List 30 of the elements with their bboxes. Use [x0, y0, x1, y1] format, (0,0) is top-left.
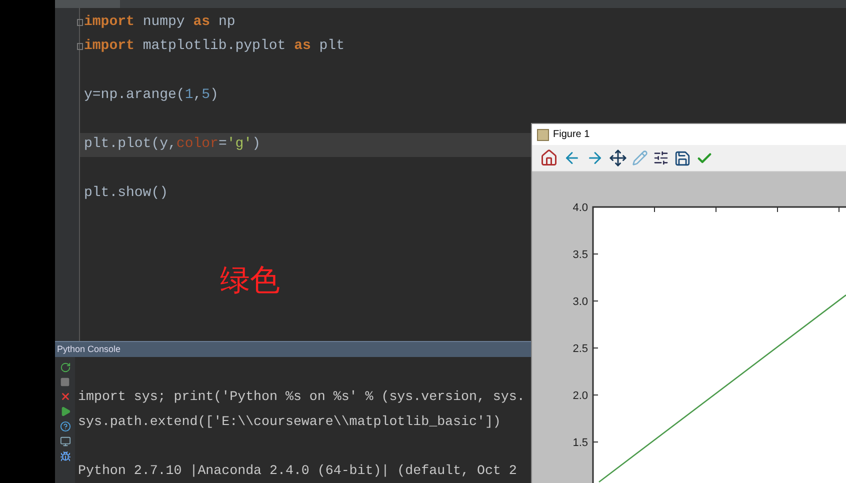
y-tick-label: 2.5 — [572, 343, 588, 355]
close-icon[interactable] — [60, 390, 70, 402]
fold-marker-icon[interactable] — [77, 43, 83, 50]
rerun-icon[interactable] — [60, 362, 70, 372]
y-tick-label: 2.0 — [572, 390, 588, 402]
monitor-icon[interactable] — [60, 436, 70, 446]
code-line: y=np.arange(1,5) — [83, 86, 220, 106]
configure-icon[interactable] — [653, 150, 669, 166]
code-line: import numpy as np — [83, 12, 236, 32]
code-line: import matplotlib.pyplot as plt — [83, 37, 346, 56]
back-icon[interactable] — [563, 149, 581, 167]
home-icon[interactable] — [540, 149, 558, 167]
stop-icon[interactable] — [60, 376, 70, 386]
debug-icon[interactable] — [60, 450, 70, 462]
console-line: sys.path.extend(['E:\\courseware\\matplotlib_basic']) — [78, 412, 501, 430]
pan-icon[interactable] — [609, 149, 627, 167]
y-tick-label: 3.5 — [572, 249, 588, 261]
code-line: plt.show() — [83, 184, 170, 204]
save-icon[interactable] — [674, 150, 691, 166]
y-tick-label: 3.0 — [572, 296, 588, 308]
forward-icon[interactable] — [586, 149, 604, 167]
y-tick-label: 1.5 — [572, 437, 588, 449]
run-icon[interactable] — [60, 406, 70, 416]
y-tick-label: 4.0 — [572, 202, 588, 214]
console-line: Python 2.7.10 |Anaconda 2.4.0 (64-bit)| (default, Oct 2 — [78, 462, 517, 480]
app-icon — [537, 128, 549, 140]
annotation-text: 绿色 — [220, 263, 280, 299]
console-line: import sys; print('Python %s on %s' % (sys.version, sys. — [78, 388, 525, 406]
help-icon[interactable] — [60, 420, 70, 432]
fold-marker-icon[interactable] — [77, 18, 83, 26]
